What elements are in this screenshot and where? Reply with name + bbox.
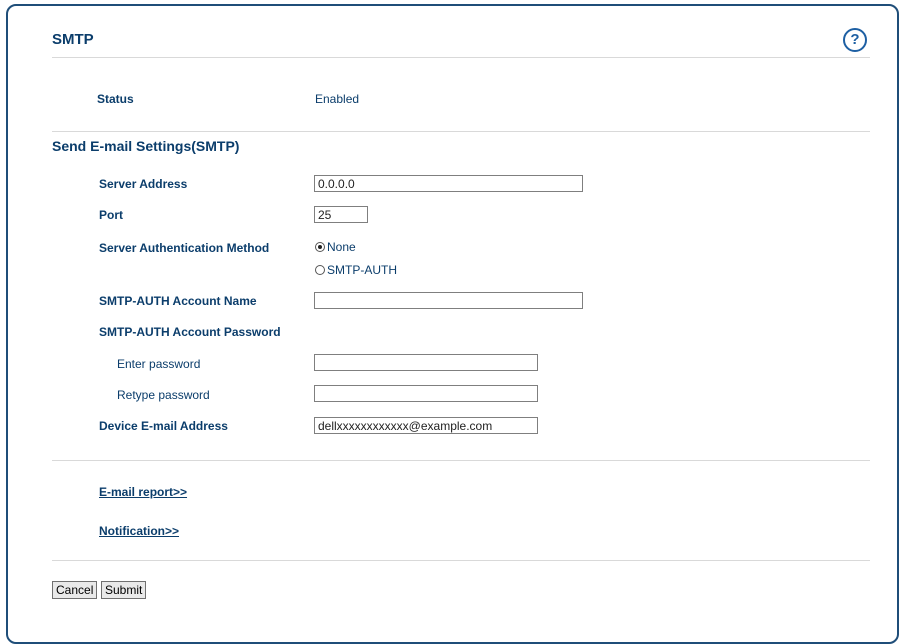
auth-smtp-auth-option[interactable]: SMTP-AUTH	[315, 263, 397, 277]
page-title: SMTP	[52, 31, 94, 48]
radio-none[interactable]	[315, 242, 325, 252]
account-name-label: SMTP-AUTH Account Name	[99, 294, 257, 308]
port-label: Port	[99, 208, 123, 222]
server-address-label: Server Address	[99, 177, 188, 191]
radio-smtp-auth[interactable]	[315, 265, 325, 275]
section-title: Send E-mail Settings(SMTP)	[52, 138, 240, 154]
auth-none-option[interactable]: None	[315, 240, 356, 254]
account-password-label: SMTP-AUTH Account Password	[99, 325, 281, 339]
device-email-input[interactable]	[314, 417, 538, 434]
submit-button[interactable]: Submit	[101, 581, 147, 599]
enter-password-label: Enter password	[117, 357, 201, 371]
content-frame	[6, 4, 899, 644]
retype-password-label: Retype password	[117, 388, 210, 402]
server-address-input[interactable]	[314, 175, 583, 192]
cancel-button[interactable]: Cancel	[52, 581, 98, 599]
auth-method-label: Server Authentication Method	[99, 241, 270, 255]
port-input[interactable]	[314, 206, 368, 223]
status-value: Enabled	[315, 92, 360, 106]
retype-password-input[interactable]	[314, 385, 538, 402]
divider	[52, 560, 870, 561]
divider	[52, 460, 870, 461]
email-report-link[interactable]: E-mail report>>	[99, 485, 187, 499]
divider	[52, 57, 870, 58]
enter-password-input[interactable]	[314, 354, 538, 371]
account-name-input[interactable]	[314, 292, 583, 309]
divider	[52, 131, 870, 132]
auth-smtp-auth-label: SMTP-AUTH	[327, 263, 397, 277]
auth-none-label: None	[327, 240, 356, 254]
notification-link[interactable]: Notification>>	[99, 524, 179, 538]
help-icon[interactable]: ?	[843, 28, 867, 52]
status-label: Status	[97, 92, 134, 106]
device-email-label: Device E-mail Address	[99, 419, 228, 433]
